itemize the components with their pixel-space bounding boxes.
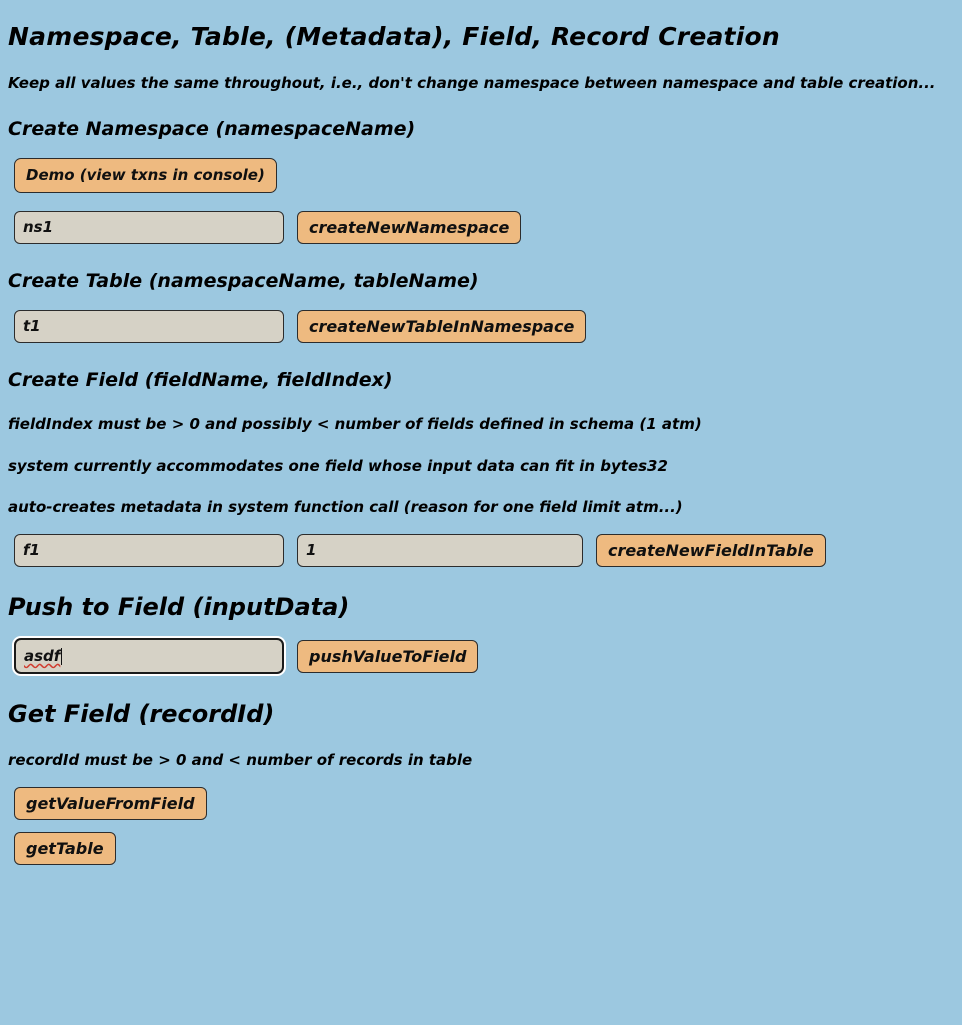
text-caret — [61, 647, 63, 665]
field-index-input[interactable]: 1 — [297, 534, 583, 568]
section-heading-get-field: Get Field (recordId) — [8, 700, 275, 729]
create-new-field-in-table-button[interactable]: createNewFieldInTable — [596, 534, 826, 568]
get-table-button[interactable]: getTable — [14, 832, 116, 866]
field-note-bytes32: system currently accommodates one field … — [8, 456, 668, 475]
page-subtitle: Keep all values the same throughout, i.e… — [8, 74, 936, 93]
create-new-namespace-button[interactable]: createNewNamespace — [297, 210, 522, 244]
input-data-input[interactable]: asdf — [14, 638, 284, 675]
field-note-index: fieldIndex must be > 0 and possibly < nu… — [8, 414, 702, 433]
get-field-note: recordId must be > 0 and < number of rec… — [8, 751, 473, 770]
create-field-row: f1 1 createNewFieldInTable — [8, 516, 954, 568]
field-name-input[interactable]: f1 — [14, 534, 284, 568]
field-name-input-value: f1 — [23, 541, 40, 560]
table-name-input[interactable]: t1 — [14, 309, 284, 343]
push-value-to-field-button[interactable]: pushValueToField — [297, 639, 479, 673]
get-value-row: getValueFromField — [8, 769, 954, 821]
demo-button[interactable]: Demo (view txns in console) — [14, 157, 277, 193]
create-table-row: t1 createNewTableInNamespace — [8, 292, 954, 343]
page-title: Namespace, Table, (Metadata), Field, Rec… — [8, 22, 780, 51]
get-value-from-field-button[interactable]: getValueFromField — [14, 787, 207, 821]
section-heading-create-table: Create Table (namespaceName, tableName) — [8, 269, 479, 292]
input-data-input-value: asdf — [24, 646, 61, 665]
section-heading-create-field: Create Field (fieldName, fieldIndex) — [8, 368, 393, 391]
app-page: Namespace, Table, (Metadata), Field, Rec… — [0, 0, 962, 1025]
demo-row: Demo (view txns in console) — [8, 140, 954, 193]
create-namespace-row: ns1 createNewNamespace — [8, 193, 954, 244]
section-heading-push-to-field: Push to Field (inputData) — [8, 593, 350, 622]
get-table-row: getTable — [8, 820, 954, 866]
table-name-input-value: t1 — [23, 316, 41, 335]
create-new-table-in-namespace-button[interactable]: createNewTableInNamespace — [297, 309, 587, 343]
section-heading-create-namespace: Create Namespace (namespaceName) — [8, 118, 416, 140]
push-to-field-row: asdf pushValueToField — [8, 620, 954, 675]
field-note-metadata: auto-creates metadata in system function… — [8, 498, 683, 517]
namespace-name-input[interactable]: ns1 — [14, 210, 284, 244]
namespace-name-input-value: ns1 — [23, 217, 54, 236]
field-index-input-value: 1 — [306, 541, 317, 560]
